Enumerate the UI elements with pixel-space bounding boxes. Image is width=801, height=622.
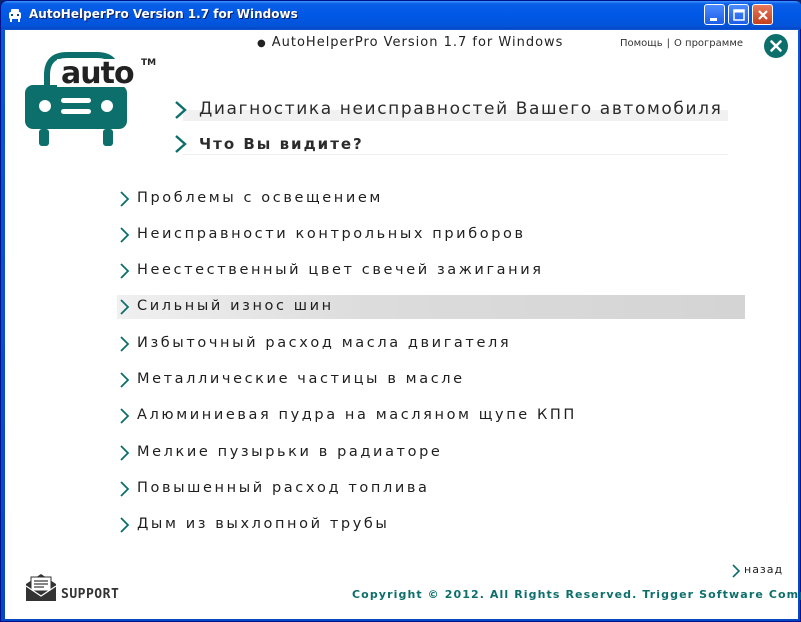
chevron-right-icon [120, 336, 130, 352]
window-title: AutoHelperPro Version 1.7 for Windows [29, 7, 298, 21]
support-mail-icon[interactable] [25, 572, 57, 602]
menu-item-label: Неисправности контрольных приборов [137, 226, 526, 242]
menu-item-fuel-consumption[interactable]: Повышенный расход топлива [117, 477, 745, 501]
question-row: Что Вы видите? [173, 133, 728, 155]
menu-item-label: Металлические частицы в масле [137, 371, 465, 387]
menu-item-lighting[interactable]: Проблемы с освещением [117, 187, 745, 211]
section-title: Диагностика неисправностей Вашего автомо… [199, 99, 723, 119]
menu-item-spark-plugs[interactable]: Неестественный цвет свечей зажигания [117, 259, 745, 283]
car-icon [9, 9, 21, 22]
menu-item-label: Дым из выхлопной трубы [137, 516, 390, 532]
chevron-right-icon [120, 408, 130, 424]
menu-item-metal-particles[interactable]: Металлические частицы в масле [117, 368, 745, 392]
copyright-text: Copyright © 2012. All Rights Reserved. T… [352, 588, 801, 601]
chevron-right-icon [732, 564, 741, 578]
main-panel: auto TM ● AutoHelperPro Version 1.7 for W… [5, 30, 801, 619]
minimize-button[interactable] [704, 4, 725, 25]
maximize-button[interactable] [728, 4, 749, 25]
app-close-button[interactable] [764, 34, 788, 58]
chevron-right-icon [120, 299, 130, 315]
menu-item-aluminum-powder[interactable]: Алюминиевая пудра на масляном щупе КПП [117, 404, 745, 428]
menu-item-label: Мелкие пузырьки в радиаторе [137, 444, 443, 460]
app-version-label: ● AutoHelperPro Version 1.7 for Windows [257, 35, 564, 50]
close-icon [758, 10, 768, 20]
menu-item-label: Проблемы с освещением [137, 190, 383, 206]
app-version-text: AutoHelperPro Version 1.7 for Windows [271, 35, 564, 50]
auto-logo: auto TM [25, 52, 156, 146]
maximize-icon [733, 9, 745, 21]
link-separator: | [666, 38, 670, 49]
chevron-right-icon [120, 445, 130, 461]
menu-item-label: Алюминиевая пудра на масляном щупе КПП [137, 407, 577, 423]
question-title: Что Вы видите? [199, 135, 364, 153]
menu-item-radiator-bubbles[interactable]: Мелкие пузырьки в радиаторе [117, 441, 745, 465]
menu-item-exhaust-smoke[interactable]: Дым из выхлопной трубы [117, 513, 745, 537]
help-link[interactable]: Помощь [620, 38, 663, 49]
section-title-row: Диагностика неисправностей Вашего автомо… [173, 99, 728, 121]
help-links: Помощь | О программе [620, 38, 743, 49]
menu-item-oil-consumption[interactable]: Избыточный расход масла двигателя [117, 332, 745, 356]
chevron-right-icon [120, 481, 130, 497]
chevron-right-icon [120, 227, 130, 243]
menu-item-label: Неестественный цвет свечей зажигания [137, 262, 544, 278]
menu-item-label: Избыточный расход масла двигателя [137, 335, 512, 351]
chevron-right-icon [120, 191, 130, 207]
logo-brand-text: auto [61, 56, 134, 91]
window-close-button[interactable] [752, 4, 773, 25]
support-label[interactable]: SUPPORT [61, 587, 119, 602]
chevron-right-icon [175, 101, 187, 119]
app-window: AutoHelperPro Version 1.7 for Windows au… [0, 0, 801, 622]
menu-item-instruments[interactable]: Неисправности контрольных приборов [117, 223, 745, 247]
menu-item-tire-wear[interactable]: Сильный износ шин [117, 295, 745, 319]
logo-trademark: TM [141, 58, 156, 68]
minimize-icon [710, 18, 717, 21]
about-link[interactable]: О программе [674, 38, 743, 49]
chevron-right-icon [120, 372, 130, 388]
back-label: назад [744, 563, 784, 576]
chevron-right-icon [120, 263, 130, 279]
chevron-right-icon [175, 135, 187, 153]
chevron-right-icon [120, 517, 130, 533]
close-icon [770, 40, 782, 52]
menu-item-label: Сильный износ шин [137, 298, 334, 314]
title-bar[interactable]: AutoHelperPro Version 1.7 for Windows [1, 1, 801, 29]
menu-item-label: Повышенный расход топлива [137, 480, 430, 496]
